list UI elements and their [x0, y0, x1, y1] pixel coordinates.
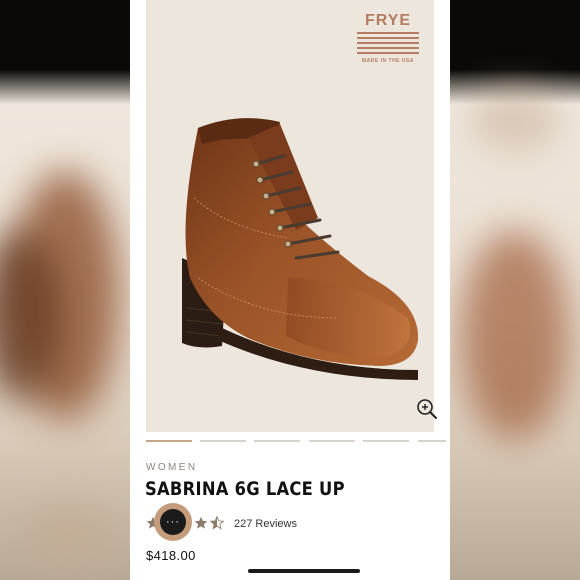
product-image[interactable]: FRYE MADE IN THE USA — [146, 0, 437, 432]
pager-dot-active[interactable] — [146, 440, 192, 442]
pager-dot[interactable] — [363, 440, 409, 442]
flag-stripes-icon — [357, 32, 419, 54]
star-icon — [194, 516, 208, 529]
image-pager — [146, 440, 446, 443]
background-blur-shape — [20, 500, 120, 570]
product-price: $418.00 — [146, 548, 196, 563]
background-blur-shape — [470, 90, 560, 150]
pager-dot[interactable] — [418, 440, 446, 442]
brand-logo: FRYE MADE IN THE USA — [356, 12, 420, 64]
product-category: WOMEN — [146, 462, 198, 473]
brand-tagline: MADE IN THE USA — [362, 58, 414, 64]
home-indicator[interactable] — [248, 569, 360, 573]
product-page: FRYE MADE IN THE USA WOMEN SABRINA 6G LA… — [130, 0, 450, 580]
zoom-in-icon[interactable] — [416, 398, 438, 420]
star-half-icon — [210, 516, 224, 530]
brand-name: FRYE — [364, 12, 412, 29]
chat-button[interactable]: ··· — [154, 503, 192, 541]
boot-image — [182, 118, 418, 380]
reviews-link[interactable]: 227 Reviews — [234, 518, 297, 530]
background-blur-shape — [460, 230, 570, 440]
pager-dot[interactable] — [254, 440, 300, 442]
pager-dot[interactable] — [200, 440, 246, 442]
product-title: SABRINA 6G LACE UP — [145, 478, 345, 500]
chat-dots-icon: ··· — [160, 509, 186, 535]
pager-dot[interactable] — [309, 440, 355, 442]
